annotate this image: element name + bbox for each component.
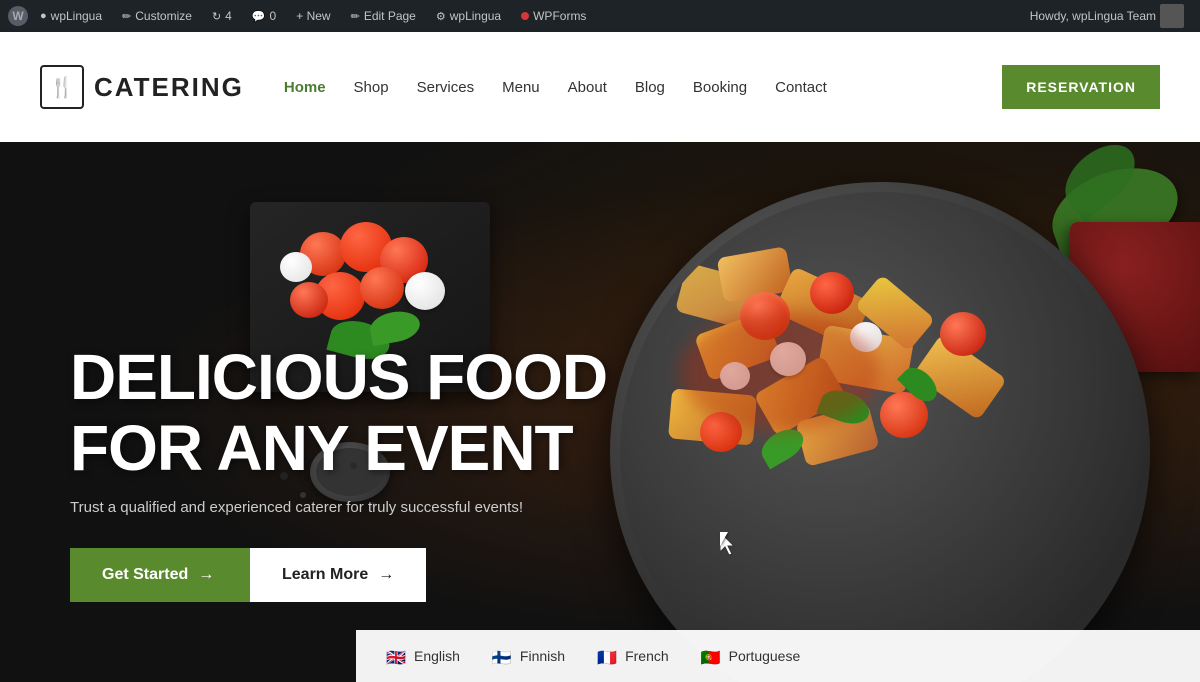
admin-bar: W ● wpLingua ✏ Customize ↻ 4 💬 0 + New ✏… xyxy=(0,0,1200,32)
admin-bar-right: Howdy, wpLingua Team xyxy=(1022,0,1192,32)
main-nav: Home Shop Services Menu About Blog Booki… xyxy=(284,79,1002,96)
admin-new[interactable]: + New xyxy=(288,0,338,32)
learn-more-button[interactable]: Learn More → xyxy=(250,548,426,602)
wp-logo[interactable]: W xyxy=(8,6,28,26)
admin-site-name[interactable]: ● wpLingua xyxy=(32,0,110,32)
admin-comments[interactable]: 💬 0 xyxy=(244,0,284,32)
admin-customize[interactable]: ✏ Customize xyxy=(114,0,200,32)
flag-english: 🇬🇧 xyxy=(386,648,408,664)
arrow-right-icon-2: → xyxy=(378,566,394,584)
admin-wplingua[interactable]: ⚙ wpLingua xyxy=(428,0,509,32)
lang-french-label: French xyxy=(625,648,669,664)
lang-english[interactable]: 🇬🇧 English xyxy=(372,642,474,670)
lang-finnish-label: Finnish xyxy=(520,648,565,664)
flag-portuguese: 🇵🇹 xyxy=(701,648,723,664)
arrow-right-icon: → xyxy=(198,566,214,584)
hero-title: DELICIOUS FOOD FOR ANY EVENT xyxy=(70,342,607,483)
get-started-button[interactable]: Get Started → xyxy=(70,548,250,602)
hero-content: DELICIOUS FOOD FOR ANY EVENT Trust a qua… xyxy=(70,342,607,602)
lang-portuguese[interactable]: 🇵🇹 Portuguese xyxy=(687,642,815,670)
flag-finnish: 🇫🇮 xyxy=(492,648,514,664)
hero-title-line1: DELICIOUS FOOD xyxy=(70,341,607,413)
site-header: 🍴 CATERING Home Shop Services Menu About… xyxy=(0,32,1200,142)
logo-text: CATERING xyxy=(94,72,244,103)
language-bar: 🇬🇧 English 🇫🇮 Finnish 🇫🇷 French 🇵🇹 Portu… xyxy=(356,630,1200,682)
lang-portuguese-label: Portuguese xyxy=(729,648,801,664)
hero-buttons: Get Started → Learn More → xyxy=(70,548,607,602)
hero-section: DELICIOUS FOOD FOR ANY EVENT Trust a qua… xyxy=(0,142,1200,682)
nav-shop[interactable]: Shop xyxy=(354,79,389,96)
logo-icon: 🍴 xyxy=(40,65,84,109)
nav-blog[interactable]: Blog xyxy=(635,79,665,96)
lang-english-label: English xyxy=(414,648,460,664)
lang-finnish[interactable]: 🇫🇮 Finnish xyxy=(478,642,579,670)
admin-howdy[interactable]: Howdy, wpLingua Team xyxy=(1022,0,1192,32)
nav-booking[interactable]: Booking xyxy=(693,79,747,96)
nav-contact[interactable]: Contact xyxy=(775,79,827,96)
admin-wpforms[interactable]: WPForms xyxy=(513,0,594,32)
reservation-button[interactable]: RESERVATION xyxy=(1002,65,1160,109)
nav-home[interactable]: Home xyxy=(284,79,326,96)
flag-french: 🇫🇷 xyxy=(597,648,619,664)
admin-edit-page[interactable]: ✏ Edit Page xyxy=(343,0,424,32)
site-logo[interactable]: 🍴 CATERING xyxy=(40,65,244,109)
admin-updates[interactable]: ↻ 4 xyxy=(204,0,240,32)
lang-french[interactable]: 🇫🇷 French xyxy=(583,642,683,670)
nav-services[interactable]: Services xyxy=(417,79,475,96)
hero-title-line2: FOR ANY EVENT xyxy=(70,412,573,484)
nav-about[interactable]: About xyxy=(568,79,607,96)
nav-menu[interactable]: Menu xyxy=(502,79,540,96)
hero-subtitle: Trust a qualified and experienced catere… xyxy=(70,499,530,516)
